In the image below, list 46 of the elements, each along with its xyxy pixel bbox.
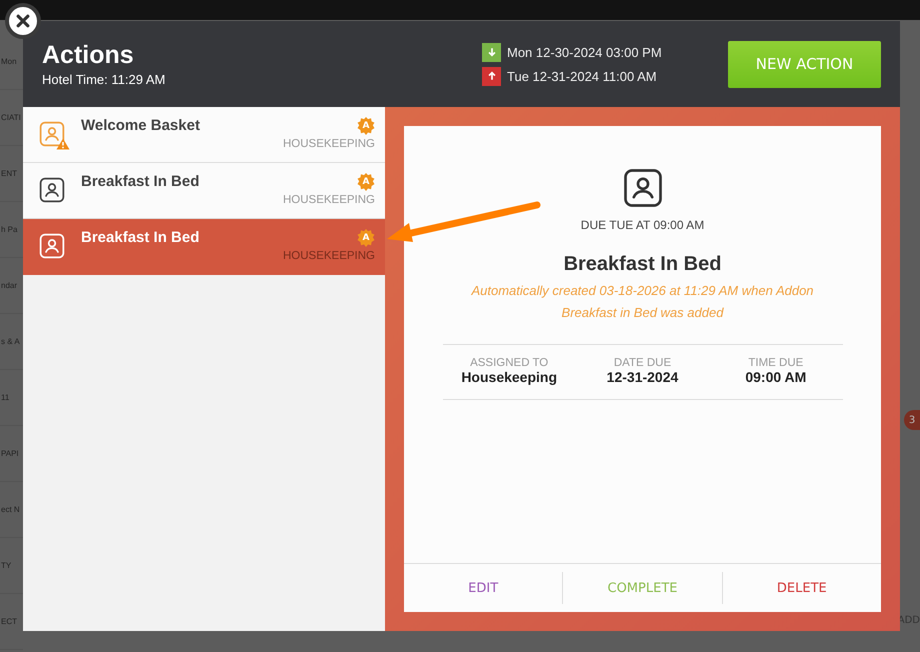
background-text: PAPI <box>0 449 19 458</box>
person-icon <box>39 233 65 259</box>
delete-button[interactable]: DELETE <box>722 572 881 604</box>
background-text: Mon <box>0 57 17 66</box>
window-title: Actions <box>42 41 135 70</box>
field-label: ASSIGNED TO <box>470 357 548 369</box>
background-text: CIATI <box>0 113 21 122</box>
stay-date: Tue 12-31-2024 11:00 AM <box>507 68 657 84</box>
background-text: TY <box>0 561 12 570</box>
department-label: HOUSEKEEPING <box>282 138 375 150</box>
field-value: 09:00 AM <box>745 369 806 385</box>
due-label: DUE TUE AT 09:00 AM <box>580 218 704 232</box>
action-title: Breakfast In Bed <box>564 253 722 276</box>
person-icon <box>622 168 662 208</box>
background-text: s & A <box>0 337 20 346</box>
priority-badge: A <box>357 173 375 191</box>
count-badge: 3 <box>904 410 920 430</box>
person-icon <box>39 177 65 203</box>
background-text: ENT <box>0 169 17 178</box>
action-list-item[interactable]: Breakfast In Bed A HOUSEKEEPING <box>23 163 385 219</box>
priority-badge: A <box>357 229 375 247</box>
action-note: Automatically created 03-18-2026 at 11:29 AM when Addon Breakfast in Bed was added <box>470 282 815 322</box>
background-text: ect N <box>0 505 20 514</box>
field-label: DATE DUE <box>614 357 672 369</box>
action-title: Breakfast In Bed <box>81 229 200 246</box>
person-icon <box>39 121 65 147</box>
arrow-up-icon <box>482 66 501 86</box>
field-value: Housekeeping <box>461 369 558 385</box>
background-text: ndar <box>0 281 18 290</box>
field-value: 12-31-2024 <box>606 369 678 385</box>
department-label: HOUSEKEEPING <box>282 194 375 206</box>
background-text: 11 <box>0 393 10 402</box>
stay-date: Mon 12-30-2024 03:00 PM <box>507 44 662 60</box>
hotel-time: Hotel Time: 11:29 AM <box>42 72 166 87</box>
close-icon <box>15 13 31 29</box>
action-title: Breakfast In Bed <box>81 173 200 190</box>
action-title: Welcome Basket <box>81 117 201 134</box>
edit-button[interactable]: EDIT <box>404 572 562 604</box>
action-list-item[interactable]: Breakfast In Bed A HOUSEKEEPING <box>23 219 385 275</box>
priority-badge: A <box>357 117 375 135</box>
background-text: ECT <box>0 617 17 626</box>
action-list-item[interactable]: Welcome Basket A HOUSEKEEPING <box>23 107 385 163</box>
department-label: HOUSEKEEPING <box>282 250 375 262</box>
field-label: TIME DUE <box>748 357 804 369</box>
arrow-down-icon <box>482 42 501 62</box>
background-text: h Pa <box>0 225 18 234</box>
